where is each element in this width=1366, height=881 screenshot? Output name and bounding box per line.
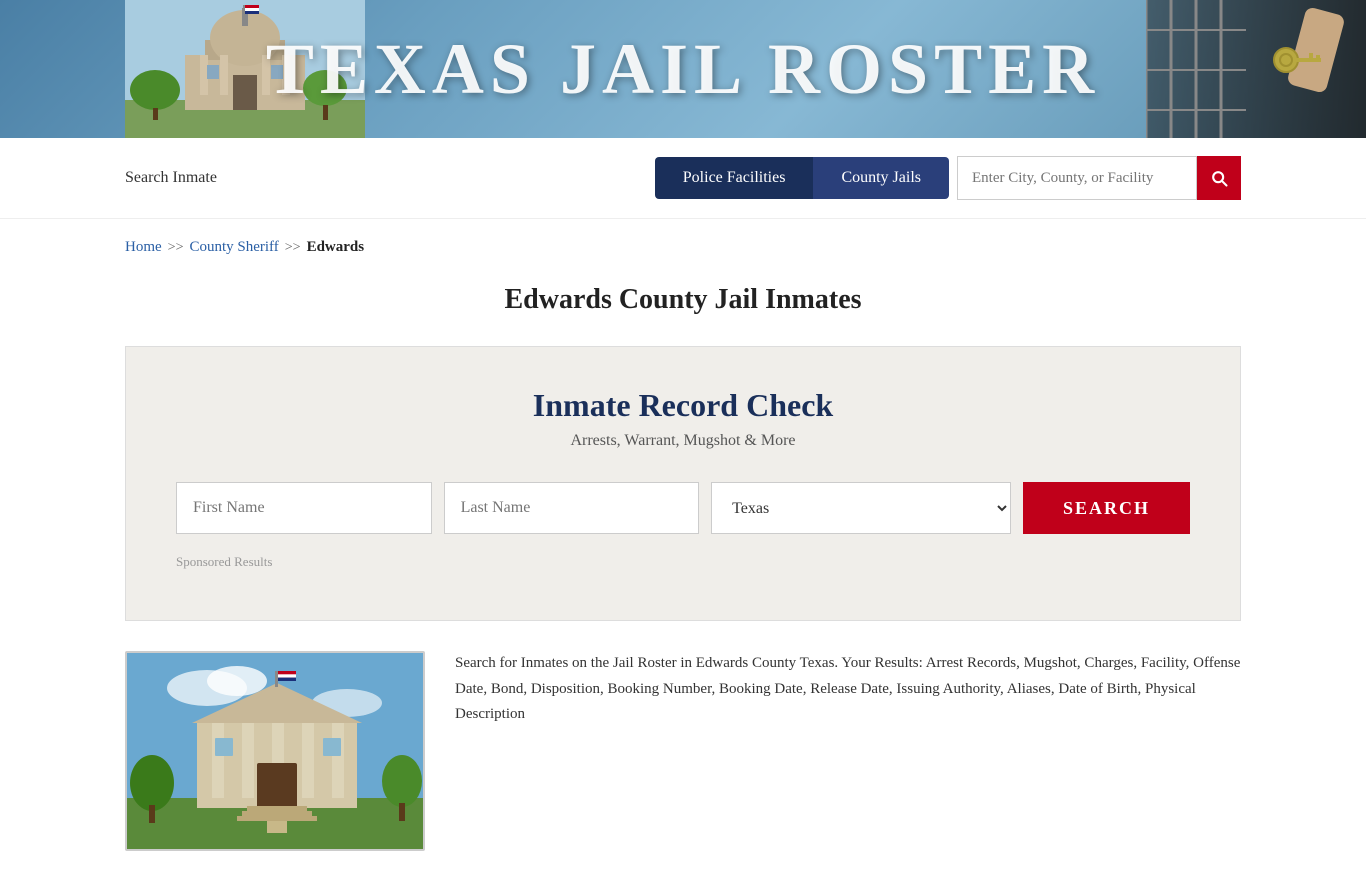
bottom-courthouse-image <box>125 651 425 851</box>
sponsored-results-label: Sponsored Results <box>176 554 1190 570</box>
banner-title: Texas Jail Roster <box>266 28 1100 111</box>
banner-right-image <box>1146 0 1366 138</box>
record-check-subtitle: Arrests, Warrant, Mugshot & More <box>176 432 1190 450</box>
nav-buttons: Police Facilities County Jails <box>655 157 949 199</box>
facility-search-input[interactable] <box>957 156 1197 200</box>
breadcrumb-county-sheriff-link[interactable]: County Sheriff <box>189 239 278 256</box>
page-title: Edwards County Jail Inmates <box>0 266 1366 346</box>
bottom-section: Search for Inmates on the Jail Roster in… <box>0 621 1366 881</box>
search-record-button[interactable]: SEARCH <box>1023 482 1190 534</box>
record-check-section: Inmate Record Check Arrests, Warrant, Mu… <box>125 346 1241 621</box>
county-jails-button[interactable]: County Jails <box>813 157 949 199</box>
facility-search-button[interactable] <box>1197 156 1241 200</box>
record-check-title: Inmate Record Check <box>176 387 1190 424</box>
navbar: Search Inmate Police Facilities County J… <box>0 138 1366 219</box>
breadcrumb-sep-1: >> <box>168 240 184 256</box>
breadcrumb-sep-2: >> <box>285 240 301 256</box>
breadcrumb-home-link[interactable]: Home <box>125 239 162 256</box>
breadcrumb: Home >> County Sheriff >> Edwards <box>0 219 1366 266</box>
record-check-form: Texas Alabama Alaska Arizona Arkansas Ca… <box>176 482 1190 534</box>
breadcrumb-current-page: Edwards <box>307 239 365 256</box>
bottom-description: Search for Inmates on the Jail Roster in… <box>455 651 1241 728</box>
search-inmate-label: Search Inmate <box>125 169 655 187</box>
facility-search-wrap <box>957 156 1241 200</box>
last-name-input[interactable] <box>444 482 700 534</box>
police-facilities-button[interactable]: Police Facilities <box>655 157 814 199</box>
first-name-input[interactable] <box>176 482 432 534</box>
header-banner: Texas Jail Roster <box>0 0 1366 138</box>
search-icon <box>1209 168 1229 188</box>
state-select[interactable]: Texas Alabama Alaska Arizona Arkansas Ca… <box>711 482 1011 534</box>
